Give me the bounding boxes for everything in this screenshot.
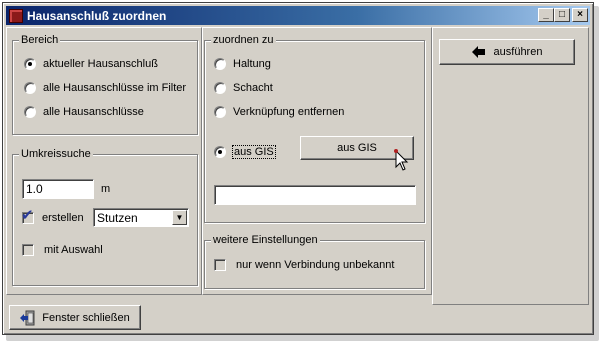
radio-button[interactable] [214, 82, 226, 94]
close-dialog-label: Fenster schließen [42, 311, 130, 324]
distance-unit: m [101, 183, 111, 195]
bereich-option-current[interactable]: aktueller Hausanschluß [24, 58, 158, 70]
bereich-legend: Bereich [19, 34, 61, 46]
right-pane [432, 27, 589, 305]
umkreissuche-group: Umkreissuche 1.0 m ✔ erstellen Stutzen ▼… [12, 148, 198, 286]
radio-label: alle Hausanschlüsse im Filter [43, 82, 187, 94]
zuordnen-option-gis[interactable]: aus GIS [214, 145, 276, 159]
execute-button[interactable]: ausführen [439, 39, 575, 65]
bereich-option-filter[interactable]: alle Hausanschlüsse im Filter [24, 82, 186, 94]
zuordnen-option-schacht[interactable]: Schacht [214, 82, 273, 94]
zuordnen-legend: zuordnen zu [211, 34, 276, 46]
arrow-left-icon [471, 46, 485, 58]
window-title: Hausanschluß zuordnen [27, 8, 167, 23]
create-label: erstellen [42, 212, 84, 224]
only-if-unknown-checkbox[interactable] [214, 259, 226, 271]
app-icon [9, 8, 23, 23]
type-select[interactable]: Stutzen ▼ [93, 208, 189, 227]
radio-label: aktueller Hausanschluß [43, 58, 158, 70]
create-checkbox[interactable]: ✔ [21, 208, 34, 224]
exit-door-icon [20, 310, 35, 325]
with-selection-row[interactable]: mit Auswahl [22, 244, 103, 256]
only-if-unknown-row[interactable]: nur wenn Verbindung unbekannt [214, 259, 394, 271]
close-dialog-button[interactable]: Fenster schließen [9, 305, 141, 330]
maximize-button[interactable]: □ [554, 8, 570, 22]
click-spark-icon [394, 149, 398, 153]
zuordnen-option-remove[interactable]: Verknüpfung entfernen [214, 106, 344, 118]
radio-label: Haltung [233, 58, 271, 70]
zuordnen-option-haltung[interactable]: Haltung [214, 58, 271, 70]
with-selection-label: mit Auswahl [44, 244, 103, 256]
dialog-window: Hausanschluß zuordnen _ □ × Bereich aktu… [2, 2, 594, 335]
radio-button[interactable] [214, 146, 226, 158]
gis-result-field[interactable] [214, 185, 416, 205]
title-bar[interactable]: Hausanschluß zuordnen _ □ × [6, 6, 590, 25]
create-checkbox-row[interactable]: ✔ erstellen [21, 208, 84, 224]
weitere-legend: weitere Einstellungen [211, 234, 320, 246]
radio-button[interactable] [214, 58, 226, 70]
radio-label: Schacht [233, 82, 273, 94]
radio-button[interactable] [214, 106, 226, 118]
weitere-group: weitere Einstellungen nur wenn Verbindun… [204, 234, 425, 289]
checkmark-icon: ✔ [21, 207, 34, 224]
execute-label: ausführen [493, 46, 543, 58]
chevron-down-icon[interactable]: ▼ [172, 210, 187, 225]
umkreissuche-legend: Umkreissuche [19, 148, 93, 160]
minimize-button[interactable]: _ [538, 8, 554, 22]
radio-label: aus GIS [232, 145, 276, 159]
radio-button[interactable] [24, 82, 36, 94]
radio-button[interactable] [24, 58, 36, 70]
bereich-group: Bereich aktueller Hausanschluß alle Haus… [12, 34, 198, 135]
type-select-value: Stutzen [97, 210, 138, 225]
bereich-option-all[interactable]: alle Hausanschlüsse [24, 106, 144, 118]
radio-label: alle Hausanschlüsse [43, 106, 144, 118]
only-if-unknown-label: nur wenn Verbindung unbekannt [236, 259, 395, 271]
with-selection-checkbox[interactable] [22, 244, 34, 256]
zuordnen-group: zuordnen zu Haltung Schacht Verknüpfung … [204, 34, 425, 223]
radio-button[interactable] [24, 106, 36, 118]
close-window-button[interactable]: × [572, 8, 588, 22]
distance-input[interactable]: 1.0 [22, 179, 94, 199]
radio-label: Verknüpfung entfernen [233, 106, 345, 118]
